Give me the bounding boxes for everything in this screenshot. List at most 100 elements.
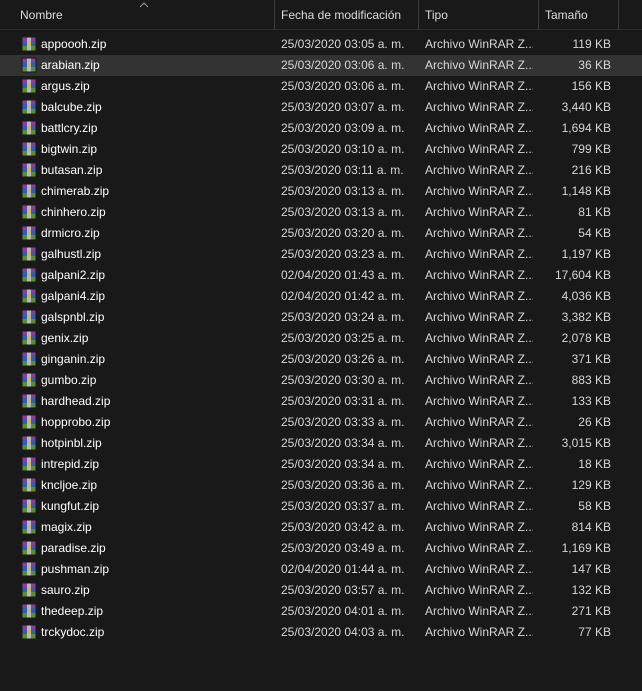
file-row[interactable]: thedeep.zip 25/03/2020 04:01 a. m. Archivo… bbox=[0, 601, 642, 622]
file-size: 147 KB bbox=[571, 562, 611, 576]
file-list: appoooh.zip 25/03/2020 03:05 a. m. Archivo… bbox=[0, 30, 642, 643]
file-row[interactable]: balcube.zip 25/03/2020 03:07 a. m. Archivo… bbox=[0, 97, 642, 118]
file-size: 1,694 KB bbox=[561, 121, 611, 135]
file-type: Archivo WinRAR Z... bbox=[425, 268, 533, 282]
file-icon-cell bbox=[21, 622, 37, 643]
file-size: 271 KB bbox=[571, 604, 611, 618]
file-row[interactable]: bigtwin.zip 25/03/2020 03:10 a. m. Archivo… bbox=[0, 139, 642, 160]
file-name: appoooh.zip bbox=[41, 37, 107, 51]
file-icon-cell bbox=[21, 244, 37, 265]
file-name: trckydoc.zip bbox=[41, 625, 105, 639]
file-size: 36 KB bbox=[578, 58, 611, 72]
file-modified-date: 25/03/2020 03:11 a. m. bbox=[281, 163, 404, 177]
file-name: balcube.zip bbox=[41, 100, 102, 114]
file-size: 3,382 KB bbox=[561, 310, 611, 324]
file-icon-cell bbox=[21, 118, 37, 139]
file-name: galhustl.zip bbox=[41, 247, 102, 261]
file-name: kncljoe.zip bbox=[41, 478, 98, 492]
column-divider[interactable] bbox=[618, 0, 619, 30]
file-name: battlcry.zip bbox=[41, 121, 98, 135]
file-row[interactable]: appoooh.zip 25/03/2020 03:05 a. m. Archivo… bbox=[0, 34, 642, 55]
file-row[interactable]: intrepid.zip 25/03/2020 03:34 a. m. Archiv… bbox=[0, 454, 642, 475]
file-icon-cell bbox=[21, 202, 37, 223]
file-row[interactable]: sauro.zip 25/03/2020 03:57 a. m. Archivo W… bbox=[0, 580, 642, 601]
file-size: 54 KB bbox=[578, 226, 611, 240]
file-row[interactable]: kungfut.zip 25/03/2020 03:37 a. m. Archivo… bbox=[0, 496, 642, 517]
winrar-archive-icon bbox=[21, 435, 37, 451]
file-row[interactable]: hopprobo.zip 25/03/2020 03:33 a. m. Archiv… bbox=[0, 412, 642, 433]
file-icon-cell bbox=[21, 559, 37, 580]
file-row[interactable]: arabian.zip 25/03/2020 03:06 a. m. Archivo… bbox=[0, 55, 642, 76]
file-type: Archivo WinRAR Z... bbox=[425, 163, 533, 177]
column-header-date-label: Fecha de modificación bbox=[281, 8, 402, 22]
file-row[interactable]: galpani4.zip 02/04/2020 01:42 a. m. Archiv… bbox=[0, 286, 642, 307]
file-modified-date: 25/03/2020 03:49 a. m. bbox=[281, 541, 405, 555]
file-modified-date: 25/03/2020 03:34 a. m. bbox=[281, 457, 405, 471]
file-name: thedeep.zip bbox=[41, 604, 104, 618]
file-name: butasan.zip bbox=[41, 163, 103, 177]
file-row[interactable]: chinhero.zip 25/03/2020 03:13 a. m. Archiv… bbox=[0, 202, 642, 223]
file-modified-date: 02/04/2020 01:42 a. m. bbox=[281, 289, 405, 303]
file-row[interactable]: genix.zip 25/03/2020 03:25 a. m. Archivo W… bbox=[0, 328, 642, 349]
file-name: ginganin.zip bbox=[41, 352, 106, 366]
winrar-archive-icon bbox=[21, 330, 37, 346]
file-icon-cell bbox=[21, 97, 37, 118]
file-row[interactable]: ginganin.zip 25/03/2020 03:26 a. m. Archiv… bbox=[0, 349, 642, 370]
file-row[interactable]: chimerab.zip 25/03/2020 03:13 a. m. Archiv… bbox=[0, 181, 642, 202]
file-row[interactable]: hardhead.zip 25/03/2020 03:31 a. m. Archiv… bbox=[0, 391, 642, 412]
file-row[interactable]: kncljoe.zip 25/03/2020 03:36 a. m. Archivo… bbox=[0, 475, 642, 496]
file-row[interactable]: pushman.zip 02/04/2020 01:44 a. m. Archivo… bbox=[0, 559, 642, 580]
file-row[interactable]: hotpinbl.zip 25/03/2020 03:34 a. m. Archiv… bbox=[0, 433, 642, 454]
file-row[interactable]: paradise.zip 25/03/2020 03:49 a. m. Archiv… bbox=[0, 538, 642, 559]
file-row[interactable]: battlcry.zip 25/03/2020 03:09 a. m. Archiv… bbox=[0, 118, 642, 139]
file-name: hopprobo.zip bbox=[41, 415, 111, 429]
winrar-archive-icon bbox=[21, 477, 37, 493]
column-header-size[interactable]: Tamaño bbox=[539, 0, 619, 30]
file-type: Archivo WinRAR Z... bbox=[425, 562, 533, 576]
file-name: arabian.zip bbox=[41, 58, 100, 72]
winrar-archive-icon bbox=[21, 519, 37, 535]
file-modified-date: 25/03/2020 03:30 a. m. bbox=[281, 373, 405, 387]
file-modified-date: 25/03/2020 03:13 a. m. bbox=[281, 184, 405, 198]
file-modified-date: 25/03/2020 04:03 a. m. bbox=[281, 625, 405, 639]
file-row[interactable]: galhustl.zip 25/03/2020 03:23 a. m. Archiv… bbox=[0, 244, 642, 265]
file-modified-date: 25/03/2020 03:09 a. m. bbox=[281, 121, 405, 135]
file-modified-date: 02/04/2020 01:44 a. m. bbox=[281, 562, 405, 576]
file-name: galpani2.zip bbox=[41, 268, 106, 282]
file-type: Archivo WinRAR Z... bbox=[425, 289, 533, 303]
file-modified-date: 25/03/2020 03:31 a. m. bbox=[281, 394, 405, 408]
file-name: bigtwin.zip bbox=[41, 142, 98, 156]
winrar-archive-icon bbox=[21, 246, 37, 262]
file-modified-date: 25/03/2020 03:57 a. m. bbox=[281, 583, 405, 597]
file-name: pushman.zip bbox=[41, 562, 110, 576]
winrar-archive-icon bbox=[21, 162, 37, 178]
file-size: 77 KB bbox=[578, 625, 611, 639]
column-header-date[interactable]: Fecha de modificación bbox=[275, 0, 418, 30]
file-type: Archivo WinRAR Z... bbox=[425, 520, 533, 534]
file-type: Archivo WinRAR Z... bbox=[425, 121, 533, 135]
file-type: Archivo WinRAR Z... bbox=[425, 625, 533, 639]
file-name: genix.zip bbox=[41, 331, 89, 345]
file-row[interactable]: galpani2.zip 02/04/2020 01:43 a. m. Archiv… bbox=[0, 265, 642, 286]
file-row[interactable]: gumbo.zip 25/03/2020 03:30 a. m. Archivo W… bbox=[0, 370, 642, 391]
file-row[interactable]: argus.zip 25/03/2020 03:06 a. m. Archivo W… bbox=[0, 76, 642, 97]
file-row[interactable]: magix.zip 25/03/2020 03:42 a. m. Archivo W… bbox=[0, 517, 642, 538]
file-row[interactable]: trckydoc.zip 25/03/2020 04:03 a. m. Archiv… bbox=[0, 622, 642, 643]
file-icon-cell bbox=[21, 307, 37, 328]
file-icon-cell bbox=[21, 517, 37, 538]
file-row[interactable]: butasan.zip 25/03/2020 03:11 a. m. Archivo… bbox=[0, 160, 642, 181]
file-icon-cell bbox=[21, 538, 37, 559]
column-header-type[interactable]: Tipo bbox=[419, 0, 538, 30]
file-explorer-details-view: Nombre Fecha de modificación Tipo Tamaño… bbox=[0, 0, 642, 691]
file-type: Archivo WinRAR Z... bbox=[425, 604, 533, 618]
column-header-name-label: Nombre bbox=[20, 8, 63, 22]
file-modified-date: 02/04/2020 01:43 a. m. bbox=[281, 268, 405, 282]
file-icon-cell bbox=[21, 601, 37, 622]
file-type: Archivo WinRAR Z... bbox=[425, 310, 533, 324]
file-type: Archivo WinRAR Z... bbox=[425, 394, 533, 408]
file-row[interactable]: galspnbl.zip 25/03/2020 03:24 a. m. Archiv… bbox=[0, 307, 642, 328]
file-row[interactable]: drmicro.zip 25/03/2020 03:20 a. m. Archivo… bbox=[0, 223, 642, 244]
file-name: hotpinbl.zip bbox=[41, 436, 102, 450]
winrar-archive-icon bbox=[21, 183, 37, 199]
file-icon-cell bbox=[21, 475, 37, 496]
